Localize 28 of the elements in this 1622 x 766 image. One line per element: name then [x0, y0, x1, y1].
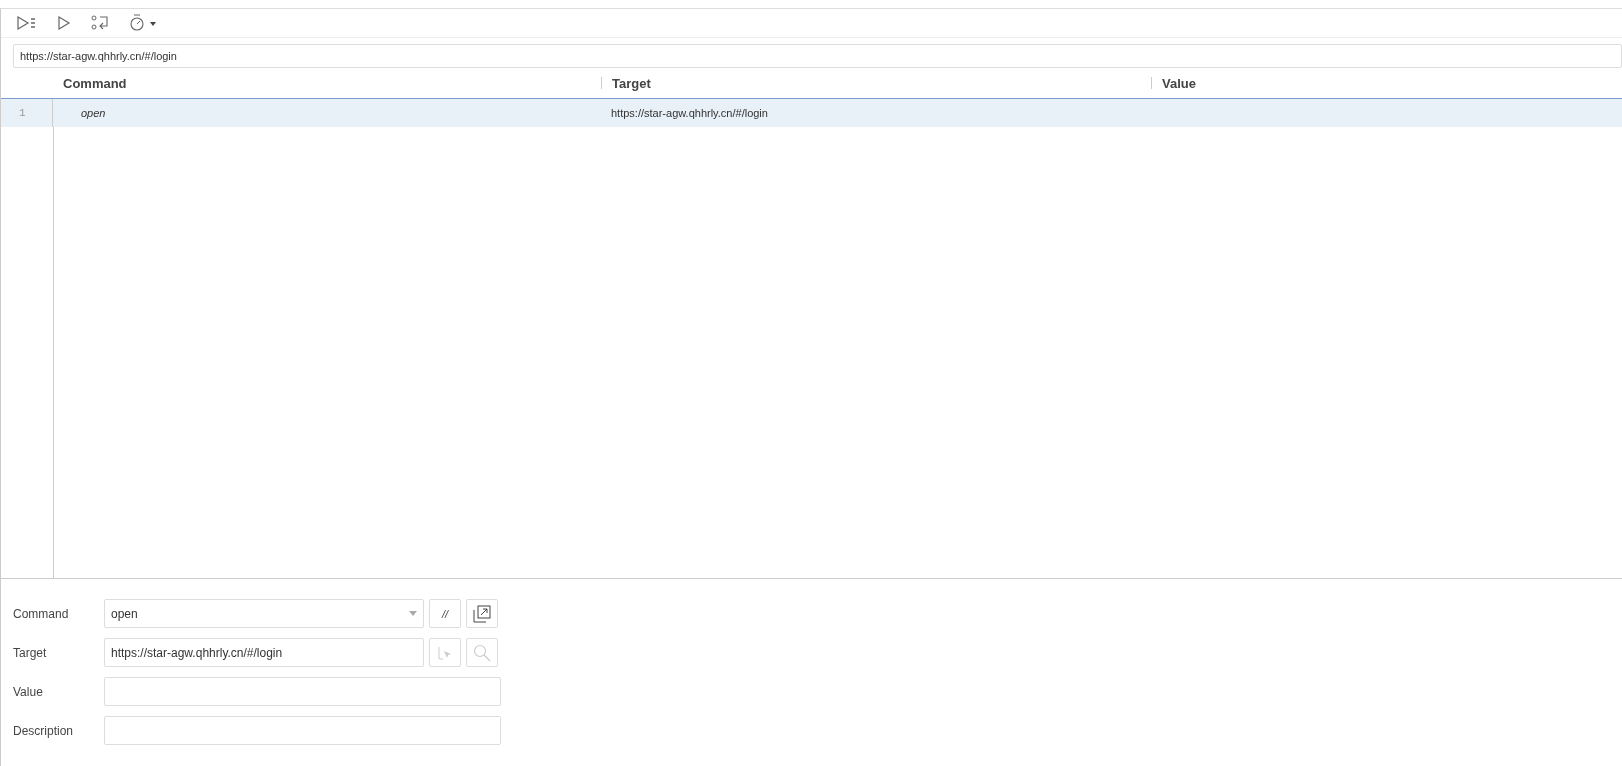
- external-window-icon: [473, 604, 491, 623]
- open-reference-button[interactable]: [466, 599, 498, 628]
- base-url-field[interactable]: https://star-agw.qhhrly.cn/#/login: [13, 44, 1622, 68]
- select-element-button[interactable]: [429, 638, 461, 667]
- search-button[interactable]: [466, 638, 498, 667]
- column-header: Command: [63, 75, 127, 91]
- play-icon[interactable]: [57, 16, 71, 30]
- field-label: Value: [13, 684, 44, 699]
- timer-dropdown-icon[interactable]: [129, 14, 157, 32]
- run-all-icon[interactable]: [17, 16, 37, 30]
- field-label: Target: [13, 645, 48, 660]
- field-label: Description: [13, 723, 75, 738]
- caret-icon: [409, 611, 417, 616]
- command-cell-text: open: [80, 107, 106, 119]
- command-dropdown[interactable]: open: [104, 599, 424, 628]
- target-field[interactable]: https://star-agw.qhhrly.cn/#/login: [104, 638, 424, 667]
- target-cell: https://star-agw.qhhrly.cn/#/login: [611, 107, 768, 119]
- column-header: Target: [612, 75, 651, 91]
- value-field[interactable]: [104, 677, 501, 706]
- pointer-icon: [437, 644, 453, 661]
- step-icon[interactable]: [91, 15, 109, 31]
- table-row[interactable]: 1 open https://star-agw.qhhrly.cn/#/login: [1, 99, 1622, 127]
- field-label: Command: [13, 606, 70, 621]
- search-icon: [473, 643, 491, 662]
- line-number: 1: [1, 99, 53, 127]
- description-field[interactable]: [104, 716, 501, 745]
- comment-button[interactable]: //: [429, 599, 461, 628]
- column-header: Value: [1162, 75, 1196, 91]
